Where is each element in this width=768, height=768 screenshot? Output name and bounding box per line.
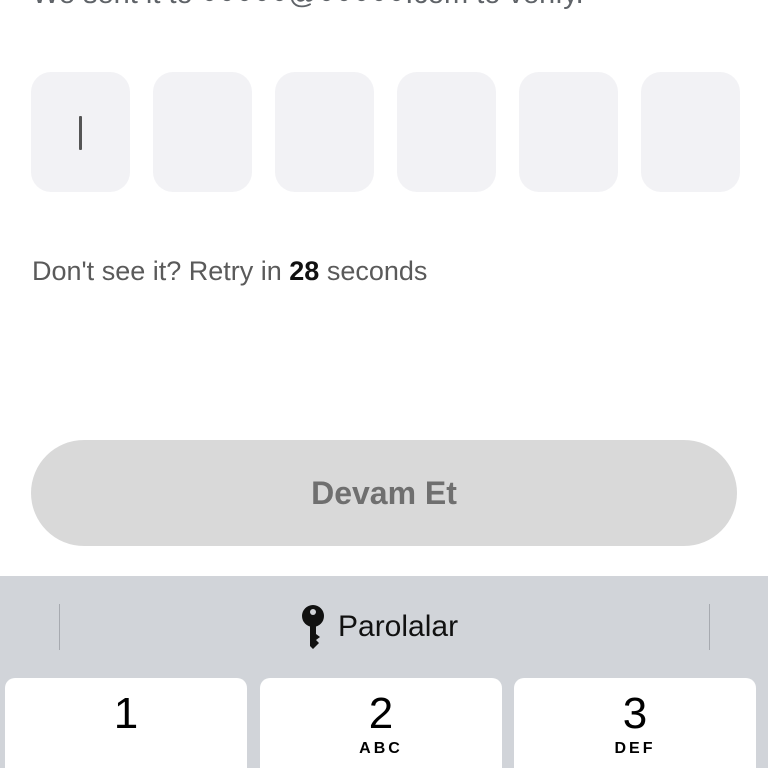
retry-countdown: 28 (289, 256, 320, 286)
code-digit-2[interactable] (153, 72, 252, 192)
passwords-suggestion[interactable]: Parolalar (300, 600, 458, 654)
retry-suffix: seconds (326, 256, 428, 286)
suggestion-divider-right (709, 604, 710, 650)
key-2-letters: ABC (359, 740, 403, 757)
code-digit-4[interactable] (397, 72, 496, 192)
continue-button[interactable]: Devam Et (31, 440, 737, 546)
passwords-label: Parolalar (338, 610, 459, 643)
key-1[interactable]: 1 (5, 678, 247, 768)
retry-message: Don't see it? Retry in 28 seconds (32, 256, 427, 287)
key-2-digit: 2 (368, 689, 394, 738)
key-1-digit: 1 (113, 689, 139, 738)
code-digit-3[interactable] (275, 72, 374, 192)
key-3-digit: 3 (622, 689, 648, 738)
code-digit-1[interactable] (31, 72, 130, 192)
verification-screen: We sent it to ●●●●●@●●●●●.com to verify.… (0, 0, 768, 768)
key-3-letters: DEF (614, 740, 656, 757)
suggestion-divider-left (59, 604, 60, 650)
numeric-keyboard: Parolalar 1 2 ABC 3 DEF (0, 576, 768, 768)
text-cursor (79, 116, 82, 150)
code-digit-5[interactable] (519, 72, 618, 192)
retry-prefix: Don't see it? Retry in (32, 256, 282, 286)
verification-subtitle: We sent it to ●●●●●@●●●●●.com to verify. (32, 0, 584, 11)
key-2[interactable]: 2 ABC (260, 678, 502, 768)
code-digit-6[interactable] (641, 72, 740, 192)
key-3[interactable]: 3 DEF (514, 678, 756, 768)
code-input-row (31, 72, 740, 192)
key-icon (302, 605, 324, 649)
